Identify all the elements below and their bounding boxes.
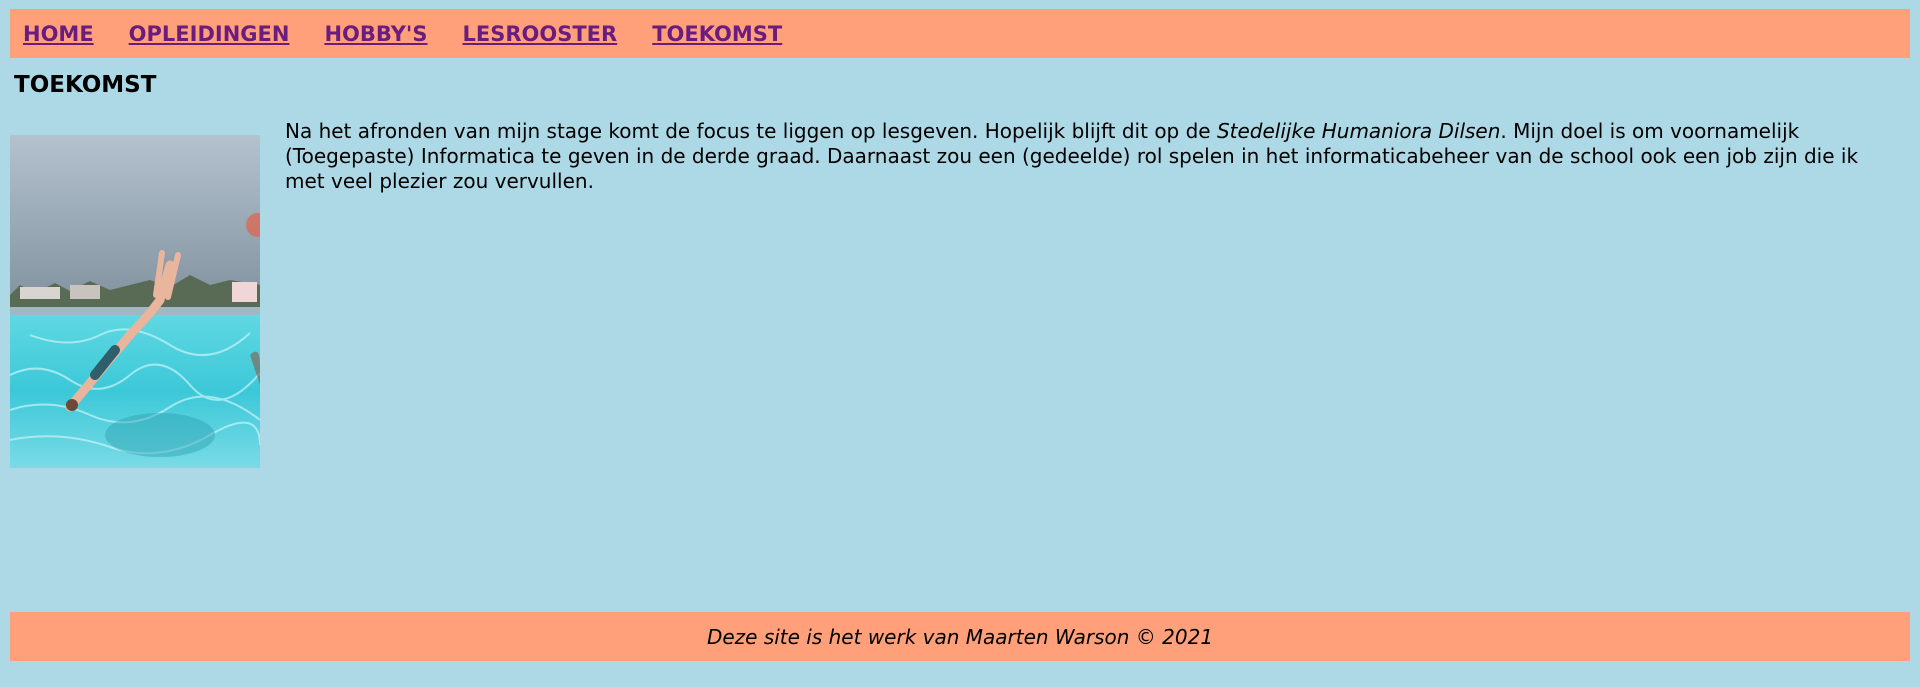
nav-link-lesrooster[interactable]: LESROOSTER (463, 22, 618, 46)
page-title: TOEKOMST (14, 72, 157, 98)
nav-link-home[interactable]: HOME (23, 22, 94, 46)
top-navigation: HOME OPLEIDINGEN HOBBY'S LESROOSTER TOEK… (10, 9, 1910, 58)
footer-credit: Deze site is het werk van Maarten Warson… (706, 624, 1214, 649)
nav-link-opleidingen[interactable]: OPLEIDINGEN (129, 22, 290, 46)
future-description: Na het afronden van mijn stage komt de f… (285, 119, 1890, 194)
nav-link-toekomst[interactable]: TOEKOMST (652, 22, 782, 46)
footer: Deze site is het werk van Maarten Warson… (10, 612, 1910, 661)
content-text-start: Na het afronden van mijn stage komt de f… (285, 119, 1217, 143)
school-name: Stedelijke Humaniora Dilsen (1216, 119, 1501, 143)
pool-diver-photo (10, 135, 260, 468)
nav-link-hobbys[interactable]: HOBBY'S (324, 22, 427, 46)
